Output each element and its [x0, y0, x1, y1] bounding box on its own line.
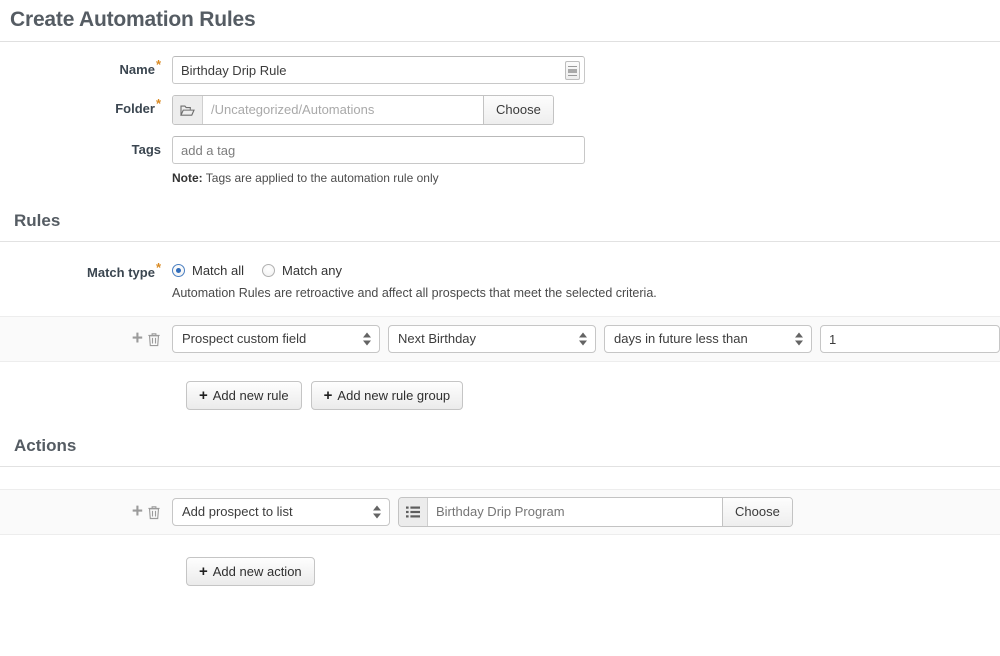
match-type-row: Match type* Match all Match any Automati… [0, 259, 1000, 301]
match-type-field: Match all Match any Automation Rules are… [172, 259, 1000, 301]
tags-input[interactable] [172, 136, 585, 164]
plus-icon: + [199, 389, 208, 403]
action-list-input-group: Choose [398, 497, 793, 527]
plus-icon: + [199, 565, 208, 579]
action-type-select[interactable]: Add prospect to list [172, 498, 390, 526]
folder-label: Folder* [0, 95, 172, 116]
rules-heading: Rules [0, 210, 1000, 232]
folder-choose-button[interactable]: Choose [483, 96, 553, 124]
rules-section: Rules Match type* Match all Match any Au [0, 210, 1000, 410]
match-type-label: Match type* [0, 259, 172, 280]
action-buttons: + Add new action [0, 557, 1000, 586]
rule-row-gutter: + [0, 332, 172, 347]
folder-row: Folder* Choose [0, 95, 1000, 125]
name-input[interactable] [172, 56, 585, 84]
title-divider [0, 41, 1000, 42]
match-type-required-asterisk: * [156, 260, 161, 275]
folder-required-asterisk: * [156, 96, 161, 111]
add-new-rule-group-label: Add new rule group [337, 382, 450, 409]
rule-field-name-value: Next Birthday [398, 331, 476, 346]
rules-divider [0, 241, 1000, 242]
plus-icon: + [324, 389, 333, 403]
list-icon [399, 498, 428, 526]
action-row-gutter: + [0, 505, 172, 520]
folder-field-wrap: Choose [172, 95, 1000, 125]
rule-operator-value: days in future less than [614, 331, 748, 346]
name-field-wrap [172, 56, 1000, 84]
chevron-updown-icon [795, 332, 803, 347]
actions-section: Actions + Add prospect to list [0, 435, 1000, 586]
tags-note-prefix: Note: [172, 171, 203, 185]
name-input-wrap [172, 56, 585, 84]
add-new-action-button[interactable]: + Add new action [186, 557, 315, 586]
tags-field-wrap: Note: Tags are applied to the automation… [172, 136, 1000, 186]
name-row: Name* [0, 56, 1000, 84]
tags-row: Tags Note: Tags are applied to the autom… [0, 136, 1000, 186]
actions-divider [0, 466, 1000, 467]
match-type-helper-text: Automation Rules are retroactive and aff… [172, 278, 1000, 301]
action-choose-button[interactable]: Choose [722, 498, 792, 526]
rule-operator-select[interactable]: days in future less than [604, 325, 812, 353]
add-new-rule-label: Add new rule [213, 382, 289, 409]
folder-input-group: Choose [172, 95, 554, 125]
action-list-input[interactable] [428, 498, 722, 526]
chevron-updown-icon [579, 332, 587, 347]
actions-heading: Actions [0, 435, 1000, 457]
match-any-radio[interactable] [262, 264, 275, 277]
match-any-label: Match any [282, 263, 342, 278]
match-all-radio-item[interactable]: Match all [172, 263, 244, 278]
rule-field-type-value: Prospect custom field [182, 331, 306, 346]
tags-label: Tags [0, 136, 172, 157]
action-type-value: Add prospect to list [182, 504, 293, 519]
rule-row: + Prospect custom field Next Birthday [0, 316, 1000, 362]
add-new-action-label: Add new action [213, 558, 302, 585]
rule-buttons: + Add new rule + Add new rule group [0, 381, 1000, 410]
match-any-radio-item[interactable]: Match any [262, 263, 342, 278]
add-new-rule-button[interactable]: + Add new rule [186, 381, 302, 410]
name-label-text: Name [120, 62, 155, 77]
action-row: + Add prospect to list [0, 489, 1000, 535]
tags-label-text: Tags [132, 142, 161, 157]
match-type-radio-group: Match all Match any [172, 259, 1000, 278]
folder-label-text: Folder [115, 101, 155, 116]
tags-note-text: Tags are applied to the automation rule … [203, 171, 439, 185]
chevron-updown-icon [373, 505, 381, 520]
rule-field-name-select[interactable]: Next Birthday [388, 325, 596, 353]
trash-icon[interactable] [147, 505, 161, 520]
page-title: Create Automation Rules [0, 0, 1000, 34]
name-label: Name* [0, 56, 172, 77]
match-type-label-text: Match type [87, 265, 155, 280]
chevron-updown-icon [363, 332, 371, 347]
match-all-label: Match all [192, 263, 244, 278]
create-automation-rules-page: Create Automation Rules Name* Folder* [0, 0, 1000, 656]
tags-note: Note: Tags are applied to the automation… [172, 164, 1000, 186]
open-folder-icon [173, 96, 203, 124]
plus-icon[interactable]: + [132, 332, 143, 346]
folder-path-input[interactable] [203, 96, 483, 124]
add-new-rule-group-button[interactable]: + Add new rule group [311, 381, 464, 410]
rule-value-input[interactable] [820, 325, 1000, 353]
trash-icon[interactable] [147, 332, 161, 347]
rule-field-type-select[interactable]: Prospect custom field [172, 325, 380, 353]
plus-icon[interactable]: + [132, 505, 143, 519]
name-required-asterisk: * [156, 57, 161, 72]
match-all-radio[interactable] [172, 264, 185, 277]
